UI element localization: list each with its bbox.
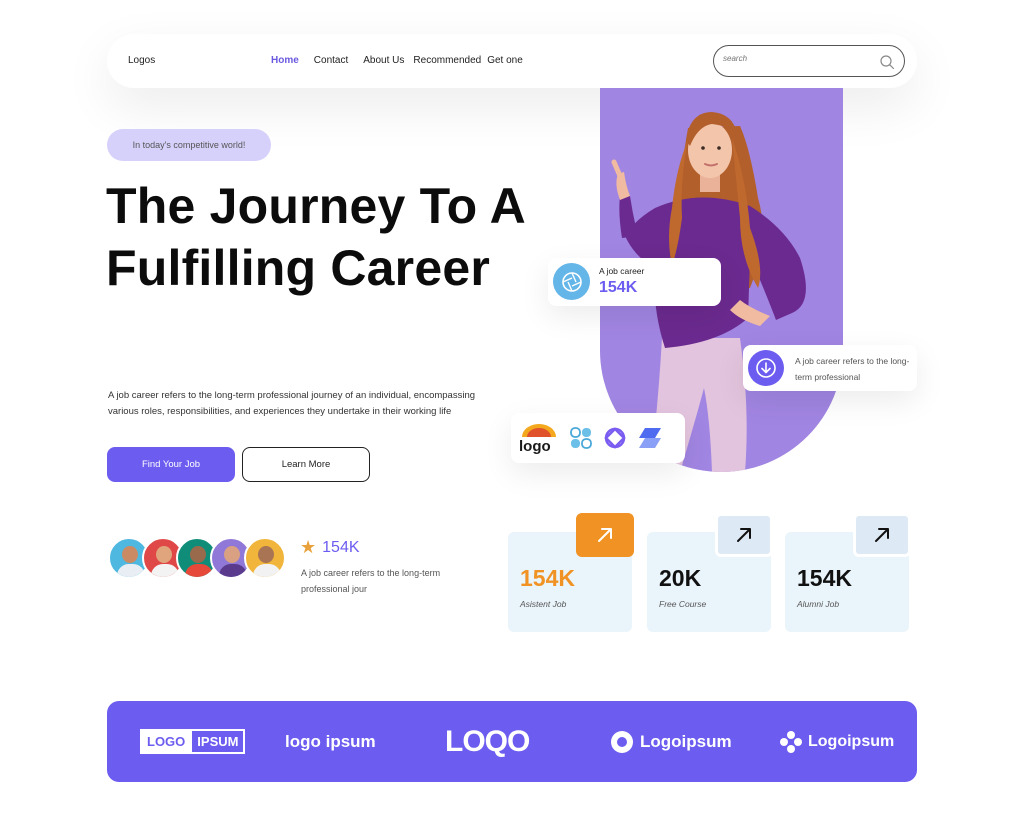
search-icon[interactable]	[879, 54, 895, 70]
brand-logo[interactable]: Logos	[128, 55, 155, 66]
learn-more-button[interactable]: Learn More	[242, 447, 370, 482]
partner-logo-3: LOQO	[445, 724, 530, 758]
stat-label: Free Course	[659, 599, 707, 609]
rating-value: 154K	[322, 538, 360, 556]
stat-value: 154K	[797, 565, 852, 591]
search-input[interactable]	[723, 54, 873, 63]
page-title: The Journey To A Fulfilling Career	[106, 178, 525, 296]
avatar	[244, 537, 286, 579]
stat-value: 20K	[659, 565, 702, 591]
circle-logo-icon	[611, 730, 633, 753]
nav-link-home[interactable]: Home	[271, 55, 299, 66]
career-info-card: A job career refers to the long-term pro…	[743, 345, 917, 391]
partner-logo-1: LOGO IPSUM	[140, 701, 246, 782]
logo-text: Logoipsum	[808, 732, 895, 750]
top-navbar: Logos Home Contact About Us Recommended …	[107, 34, 917, 88]
arrow-up-right-icon[interactable]	[576, 513, 634, 557]
partner-logos-card: logo	[511, 413, 685, 463]
stacked-logo-icon	[639, 428, 661, 448]
arrow-up-right-icon[interactable]	[853, 513, 911, 557]
svg-text:logo: logo	[519, 438, 551, 455]
stat-label: Asistent Job	[520, 599, 567, 609]
hero-description: A job career refers to the long-term pro…	[108, 390, 476, 417]
search-box[interactable]	[713, 45, 905, 77]
stat-label: Alumni Job	[797, 599, 840, 609]
partner-logo-4: Logoipsum	[609, 701, 732, 782]
career-info-text: A job career refers to the long-term pro…	[795, 356, 910, 382]
download-icon	[748, 350, 784, 386]
asterisk-logo-icon	[780, 730, 802, 753]
job-career-value: 154K	[599, 279, 638, 296]
partner-logo-5: Logoipsum	[779, 701, 894, 782]
stat-value: 154K	[520, 565, 575, 591]
nav-link-get-one[interactable]: Get one	[487, 55, 523, 66]
nav-links: Home Contact About Us Recommended Get on…	[271, 55, 523, 66]
stat-card-asistent-job: 154K Asistent Job	[508, 513, 634, 632]
partner-logo: logo	[518, 421, 560, 460]
find-your-job-button[interactable]: Find Your Job	[107, 447, 235, 482]
job-career-label: A job career	[599, 266, 645, 276]
rating: ★ 154K	[300, 537, 360, 558]
tagline-pill: In today's competitive world!	[107, 129, 271, 161]
arrow-up-right-icon[interactable]	[715, 513, 773, 557]
logo-text-part: IPSUM	[192, 729, 246, 754]
stat-card-free-course: 20K Free Course	[647, 513, 773, 632]
job-career-card: A job career 154K	[548, 258, 721, 306]
logo-text-part: LOGO	[140, 729, 193, 754]
nav-link-contact[interactable]: Contact	[314, 55, 348, 66]
partner-logo-2: logo ipsum	[285, 731, 376, 751]
rating-description: A job career refers to the long-term pro…	[301, 568, 441, 594]
clover-logo-icon	[570, 427, 592, 449]
flower-logo-icon	[604, 427, 626, 449]
stat-card-alumni-job: 154K Alumni Job	[785, 513, 911, 632]
nav-link-about-us[interactable]: About Us	[363, 55, 404, 66]
star-icon: ★	[300, 537, 317, 557]
partner-logo-bar: LOGO IPSUM logo ipsum LOQO Logoipsum Log…	[107, 701, 917, 782]
aperture-icon	[553, 263, 590, 300]
logo-text: Logoipsum	[640, 731, 732, 751]
nav-link-recommended[interactable]: Recommended	[413, 55, 481, 66]
